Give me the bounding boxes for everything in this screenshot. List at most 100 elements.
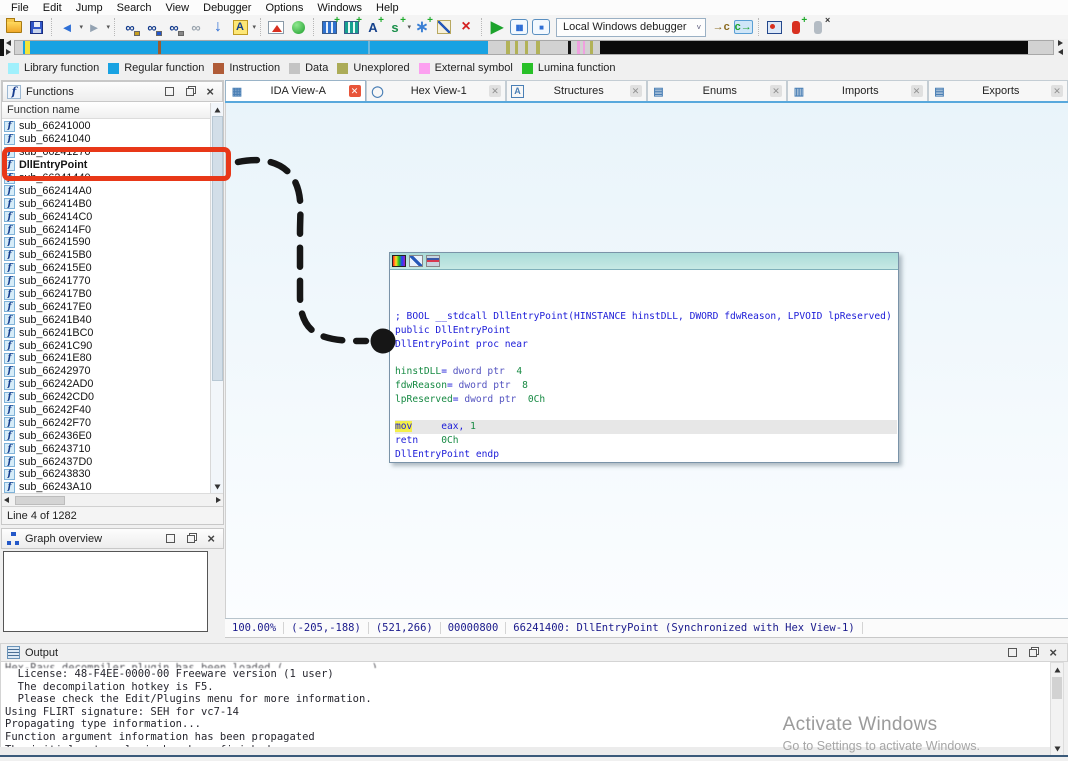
function-row-sub_662417B0[interactable]: fsub_662417B0 [2, 288, 210, 301]
menu-view[interactable]: View [158, 2, 196, 14]
code-line[interactable]: public DllEntryPoint [395, 324, 898, 338]
function-row-sub_66242970[interactable]: fsub_66242970 [2, 365, 210, 378]
save-file-icon[interactable] [26, 17, 46, 37]
create-function-icon[interactable]: + [319, 17, 339, 37]
function-name-column-header[interactable]: Function name [2, 102, 223, 119]
close-icon[interactable]: ✕ [489, 85, 501, 97]
function-row-sub_66241000[interactable]: fsub_66241000 [2, 120, 210, 133]
function-row-sub_66241B40[interactable]: fsub_66241B40 [2, 313, 210, 326]
debugger-run-icon[interactable]: ▶ [487, 17, 507, 37]
text-search-icon[interactable]: ∞ [142, 17, 162, 37]
code-line[interactable]: fdwReason= dword ptr 8 [395, 379, 898, 393]
scroll-down-icon[interactable] [1052, 743, 1063, 754]
function-row-sub_662415B0[interactable]: fsub_662415B0 [2, 249, 210, 262]
maximize-icon[interactable] [165, 87, 174, 96]
node-title-bar[interactable] [390, 253, 898, 270]
disassembly-node-dllentrypoint[interactable]: ; BOOL __stdcall DllEntryPoint(HINSTANCE… [389, 252, 899, 463]
run-until-return-icon[interactable]: →c [711, 17, 731, 37]
close-icon[interactable]: ✕ [349, 85, 361, 97]
database-snapshot-icon[interactable] [266, 17, 286, 37]
open-file-icon[interactable] [4, 17, 24, 37]
debugger-select[interactable]: Local Windows debugger˅ [556, 18, 706, 37]
menu-help[interactable]: Help [369, 2, 406, 14]
function-row-sub_66241590[interactable]: fsub_66241590 [2, 236, 210, 249]
function-row-sub_662436E0[interactable]: fsub_662436E0 [2, 429, 210, 442]
close-icon[interactable]: ✕ [1051, 85, 1063, 97]
menu-edit[interactable]: Edit [36, 2, 69, 14]
debugger-pause-icon[interactable]: ▮▮ [509, 17, 529, 37]
float-icon[interactable] [186, 88, 194, 96]
ida-graph-view[interactable]: ; BOOL __stdcall DllEntryPoint(HINSTANCE… [225, 103, 1068, 618]
tab-imports[interactable]: ▥Imports✕ [787, 80, 928, 101]
function-row-sub_66243710[interactable]: fsub_66243710 [2, 442, 210, 455]
function-row-sub_66241C90[interactable]: fsub_66241C90 [2, 339, 210, 352]
function-row-sub_66241BC0[interactable]: fsub_66241BC0 [2, 326, 210, 339]
function-row-sub_66241040[interactable]: fsub_66241040 [2, 133, 210, 146]
open-pseudocode-icon[interactable]: c→ [733, 17, 753, 37]
debugger-stop-icon[interactable]: ■ [531, 17, 551, 37]
hscroll-thumb[interactable] [15, 496, 65, 505]
create-string-icon[interactable]: s▾+ [385, 17, 405, 37]
scroll-down-icon[interactable] [212, 481, 223, 492]
add-breakpoint-icon[interactable]: + [786, 17, 806, 37]
tab-exports[interactable]: ▤Exports✕ [928, 80, 1068, 101]
code-line[interactable]: ; BOOL __stdcall DllEntryPoint(HINSTANCE… [395, 310, 898, 324]
scroll-right-icon[interactable] [216, 497, 221, 503]
function-row-sub_66241E80[interactable]: fsub_66241E80 [2, 352, 210, 365]
close-icon[interactable]: × [1049, 648, 1057, 657]
function-row-sub_662414A0[interactable]: fsub_662414A0 [2, 184, 210, 197]
code-line[interactable]: hinstDLL= dword ptr 4 [395, 365, 898, 379]
function-row-sub_66243A10[interactable]: fsub_66243A10 [2, 481, 210, 493]
menu-windows[interactable]: Windows [310, 2, 369, 14]
search-again-icon[interactable]: ∞ [186, 17, 206, 37]
maximize-icon[interactable] [166, 534, 175, 543]
menu-file[interactable]: File [4, 2, 36, 14]
function-row-sub_662415E0[interactable]: fsub_662415E0 [2, 262, 210, 275]
vscroll-thumb[interactable] [212, 116, 223, 381]
lumina-icon[interactable] [288, 17, 308, 37]
function-row-sub_66241440[interactable]: fsub_66241440 [2, 172, 210, 185]
close-icon[interactable]: × [207, 534, 215, 543]
debugger-windows-icon[interactable] [764, 17, 784, 37]
function-row-DllEntryPoint[interactable]: fDllEntryPoint [2, 159, 210, 172]
set-colors-icon[interactable]: A▾ [230, 17, 250, 37]
code-line[interactable] [395, 351, 898, 365]
navband-scroll-right[interactable] [1056, 39, 1065, 56]
tab-hex-view-1[interactable]: ◯Hex View-1✕ [366, 80, 507, 101]
sequence-search-icon[interactable]: ∞ [164, 17, 184, 37]
menu-options[interactable]: Options [258, 2, 310, 14]
create-name-icon[interactable]: A+ [363, 17, 383, 37]
undefine-icon[interactable]: × [456, 17, 476, 37]
navigate-back-icon[interactable]: ◄▾ [57, 17, 77, 37]
code-line[interactable]: mov eax, 1 [395, 420, 897, 434]
create-data-icon[interactable]: + [341, 17, 361, 37]
code-line[interactable]: DllEntryPoint endp [395, 448, 898, 462]
function-row-sub_66242CD0[interactable]: fsub_66242CD0 [2, 391, 210, 404]
close-icon[interactable]: ✕ [770, 85, 782, 97]
graph-overview-canvas[interactable] [3, 551, 208, 632]
vscroll-thumb[interactable] [1052, 677, 1062, 699]
function-row-sub_66242F70[interactable]: fsub_66242F70 [2, 416, 210, 429]
tab-ida-view-a[interactable]: ▦IDA View-A✕ [225, 80, 366, 101]
function-list-hscrollbar[interactable] [2, 493, 223, 506]
code-line[interactable]: DllEntryPoint proc near [395, 338, 898, 352]
function-row-sub_66242F40[interactable]: fsub_66242F40 [2, 404, 210, 417]
function-row-sub_66241270[interactable]: fsub_66241270 [2, 146, 210, 159]
function-row-sub_662417E0[interactable]: fsub_662417E0 [2, 300, 210, 313]
code-line[interactable] [395, 407, 898, 421]
menu-debugger[interactable]: Debugger [196, 2, 258, 14]
node-colors-icon[interactable] [392, 255, 406, 267]
float-icon[interactable] [1029, 649, 1037, 657]
close-icon[interactable]: × [206, 87, 214, 96]
float-icon[interactable] [187, 535, 195, 543]
output-vscrollbar[interactable] [1050, 662, 1064, 756]
function-list-vscrollbar[interactable] [210, 103, 223, 493]
function-row-sub_662414B0[interactable]: fsub_662414B0 [2, 197, 210, 210]
close-icon[interactable]: ✕ [630, 85, 642, 97]
function-row-sub_66242AD0[interactable]: fsub_66242AD0 [2, 378, 210, 391]
tab-structures[interactable]: AStructures✕ [506, 80, 647, 101]
navband-scroll-left[interactable] [4, 39, 13, 56]
close-icon[interactable]: ✕ [911, 85, 923, 97]
code-line[interactable]: lpReserved= dword ptr 0Ch [395, 393, 898, 407]
function-row-sub_662414C0[interactable]: fsub_662414C0 [2, 210, 210, 223]
